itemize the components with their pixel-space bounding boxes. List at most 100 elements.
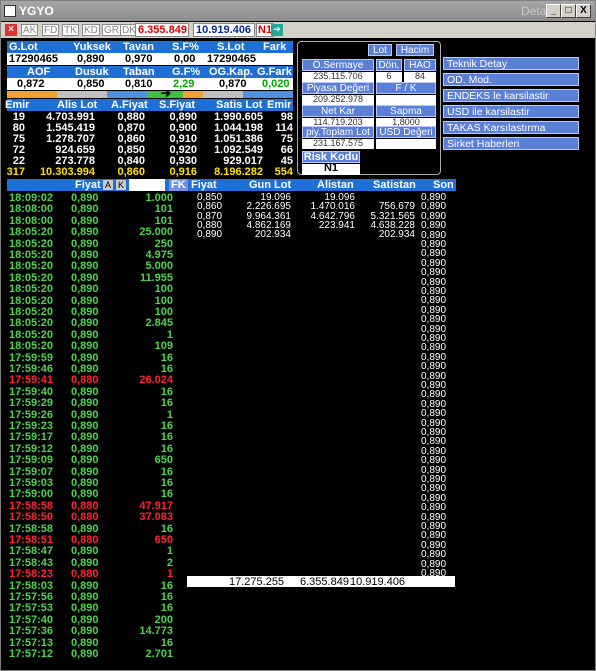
trade-row[interactable]: 18:05:20 0,890 4.975 bbox=[7, 249, 185, 261]
trade-row[interactable]: 17:59:59 0,890 16 bbox=[7, 352, 185, 364]
trade-row[interactable]: 17:58:47 0,890 1 bbox=[7, 545, 185, 557]
trade-lot: 16 bbox=[160, 420, 173, 432]
trade-row[interactable]: 18:05:20 0,890 5.000 bbox=[7, 260, 185, 272]
menu-teknik-detay[interactable]: Teknik Detay bbox=[443, 57, 579, 70]
trade-time: 18:05:20 bbox=[9, 249, 54, 261]
tab-kd[interactable]: KD bbox=[82, 24, 100, 36]
trade-price: 0,890 bbox=[71, 648, 99, 660]
trade-row[interactable]: 17:59:00 0,890 16 bbox=[7, 488, 185, 500]
trade-price: 0,890 bbox=[71, 522, 99, 535]
go-arrow-icon[interactable]: ➔ bbox=[271, 24, 283, 36]
taban-value: 0,810 bbox=[125, 78, 153, 90]
gunlot-header[interactable]: Gun Lot bbox=[249, 179, 291, 191]
orderbook-header: Emir Alis Lot A.Fiyat S.Fiyat Satis Lot … bbox=[5, 99, 293, 111]
trade-row[interactable]: 17:57:40 0,890 200 bbox=[7, 614, 185, 626]
menu-od-mod[interactable]: OD. Mod. bbox=[443, 73, 579, 86]
trade-row[interactable]: 17:59:40 0,890 16 bbox=[7, 386, 185, 398]
menu-usd-karsilastir[interactable]: USD ile karsilastir bbox=[443, 105, 579, 118]
fark-label: Fark bbox=[263, 41, 287, 53]
title-bar[interactable]: YGYO Detay _ □ X bbox=[1, 1, 595, 21]
trade-row[interactable]: 18:05:20 0,890 250 bbox=[7, 238, 185, 250]
trade-row[interactable]: 17:59:09 0,890 650 bbox=[7, 454, 185, 466]
trade-row[interactable]: 17:58:50 0,880 37.083 bbox=[7, 511, 185, 523]
trade-lot: 101 bbox=[154, 214, 173, 227]
trade-row[interactable]: 18:09:02 0,890 1.000 bbox=[7, 192, 185, 204]
minimize-button[interactable]: _ bbox=[546, 4, 561, 18]
total-lot2: 10.919.406 bbox=[350, 576, 406, 588]
trade-row[interactable]: 17:57:56 0,890 16 bbox=[7, 591, 185, 603]
tab-fd[interactable]: FD bbox=[42, 24, 60, 36]
trade-row[interactable]: 18:05:20 0,890 100 bbox=[7, 306, 185, 318]
gf-label: G.F% bbox=[172, 66, 201, 78]
maximize-button[interactable]: □ bbox=[561, 4, 576, 18]
trade-time: 17:59:07 bbox=[9, 465, 54, 478]
trade-row[interactable]: 17:58:58 0,880 47.917 bbox=[7, 500, 185, 512]
trade-row[interactable]: 18:08:00 0,890 101 bbox=[7, 215, 185, 227]
trade-row[interactable]: 17:57:53 0,890 16 bbox=[7, 602, 185, 614]
trade-price: 0,890 bbox=[71, 363, 99, 375]
hacim-button[interactable]: Hacim bbox=[396, 44, 434, 56]
tab-tk[interactable]: TK bbox=[62, 24, 79, 36]
trade-row[interactable]: 17:57:13 0,890 16 bbox=[7, 637, 185, 649]
trade-row[interactable]: 17:58:03 0,890 16 bbox=[7, 580, 185, 592]
trade-row[interactable]: 17:58:51 0,880 650 bbox=[7, 534, 185, 546]
menu-takas-karsilastirma[interactable]: TAKAS Karsılastırma bbox=[443, 121, 579, 134]
filter-input[interactable] bbox=[129, 179, 165, 191]
trade-row[interactable]: 17:59:26 0,890 1 bbox=[7, 409, 185, 421]
trade-time: 18:05:20 bbox=[9, 226, 54, 239]
fk-label: F / K bbox=[376, 82, 436, 94]
close-icon[interactable]: × bbox=[5, 24, 17, 36]
trade-row[interactable]: 17:59:07 0,890 16 bbox=[7, 466, 185, 478]
trade-lot: 250 bbox=[154, 237, 173, 250]
menu-sirket-haberleri[interactable]: Sirket Haberleri bbox=[443, 137, 579, 150]
trade-row[interactable]: 17:59:12 0,890 16 bbox=[7, 443, 185, 455]
trade-row[interactable]: 18:05:20 0,890 100 bbox=[7, 283, 185, 295]
trade-row[interactable]: 17:57:36 0,890 14.773 bbox=[7, 625, 185, 637]
a-button[interactable]: A bbox=[103, 180, 113, 190]
trade-time: 17:57:53 bbox=[9, 602, 54, 615]
orderbook-total-cell: 0,860 bbox=[117, 166, 145, 178]
trade-row[interactable]: 17:59:23 0,890 16 bbox=[7, 420, 185, 432]
alistan-header[interactable]: Alistan bbox=[317, 179, 354, 191]
trade-price: 0,890 bbox=[71, 442, 99, 455]
trade-lot: 37.083 bbox=[139, 511, 173, 524]
aof-label: AOF bbox=[27, 66, 51, 78]
trade-time: 18:05:20 bbox=[9, 237, 54, 250]
k-button[interactable]: K bbox=[116, 180, 126, 190]
menu-endeks-karsilastir[interactable]: ENDEKS le karsilastir bbox=[443, 89, 579, 102]
trade-row[interactable]: 18:05:20 0,890 11.955 bbox=[7, 272, 185, 284]
trade-row[interactable]: 17:59:46 0,890 16 bbox=[7, 363, 185, 375]
trade-row[interactable]: 18:08:00 0,890 101 bbox=[7, 203, 185, 215]
trade-row[interactable]: 17:59:41 0,880 26.024 bbox=[7, 374, 185, 386]
trade-lot: 16 bbox=[160, 602, 173, 615]
trade-time: 17:59:03 bbox=[9, 477, 54, 489]
tab-gr[interactable]: GR bbox=[102, 24, 121, 36]
trade-price: 0,890 bbox=[71, 477, 99, 489]
trade-row[interactable]: 17:58:58 0,890 16 bbox=[7, 523, 185, 535]
fiyat2-header[interactable]: Fiyat bbox=[191, 179, 217, 191]
trade-row[interactable]: 18:05:20 0,890 2.845 bbox=[7, 317, 185, 329]
son-header[interactable]: Son bbox=[433, 179, 454, 191]
trade-lot: 5.000 bbox=[145, 260, 173, 273]
trade-time: 17:59:59 bbox=[9, 351, 54, 364]
trade-lot: 16 bbox=[160, 522, 173, 535]
trade-row[interactable]: 17:59:29 0,890 16 bbox=[7, 397, 185, 409]
trade-row[interactable]: 17:58:23 0,880 1 bbox=[7, 568, 185, 580]
trade-row[interactable]: 17:59:17 0,890 16 bbox=[7, 431, 185, 443]
trade-time: 18:05:20 bbox=[9, 283, 54, 296]
trade-row[interactable]: 18:05:20 0,890 1 bbox=[7, 329, 185, 341]
trade-row[interactable]: 18:05:20 0,890 100 bbox=[7, 295, 185, 307]
fk-button[interactable]: FK bbox=[169, 179, 188, 191]
trade-row[interactable]: 17:58:43 0,890 2 bbox=[7, 557, 185, 569]
trade-row[interactable]: 18:05:20 0,890 25.000 bbox=[7, 226, 185, 238]
trade-time: 18:09:02 bbox=[9, 192, 54, 204]
satistan-header[interactable]: Satistan bbox=[373, 179, 416, 191]
trade-row[interactable]: 17:57:12 0,890 2.701 bbox=[7, 648, 185, 660]
close-button[interactable]: X bbox=[576, 4, 591, 18]
trade-row[interactable]: 18:05:20 0,890 109 bbox=[7, 340, 185, 352]
trade-row[interactable]: 17:59:03 0,890 16 bbox=[7, 477, 185, 489]
trade-price: 0,890 bbox=[71, 328, 99, 341]
lot-button[interactable]: Lot bbox=[368, 44, 392, 56]
tab-ak[interactable]: AK bbox=[21, 24, 39, 36]
price-step-row[interactable]: 0,890 202.934 202.934 bbox=[187, 229, 457, 241]
